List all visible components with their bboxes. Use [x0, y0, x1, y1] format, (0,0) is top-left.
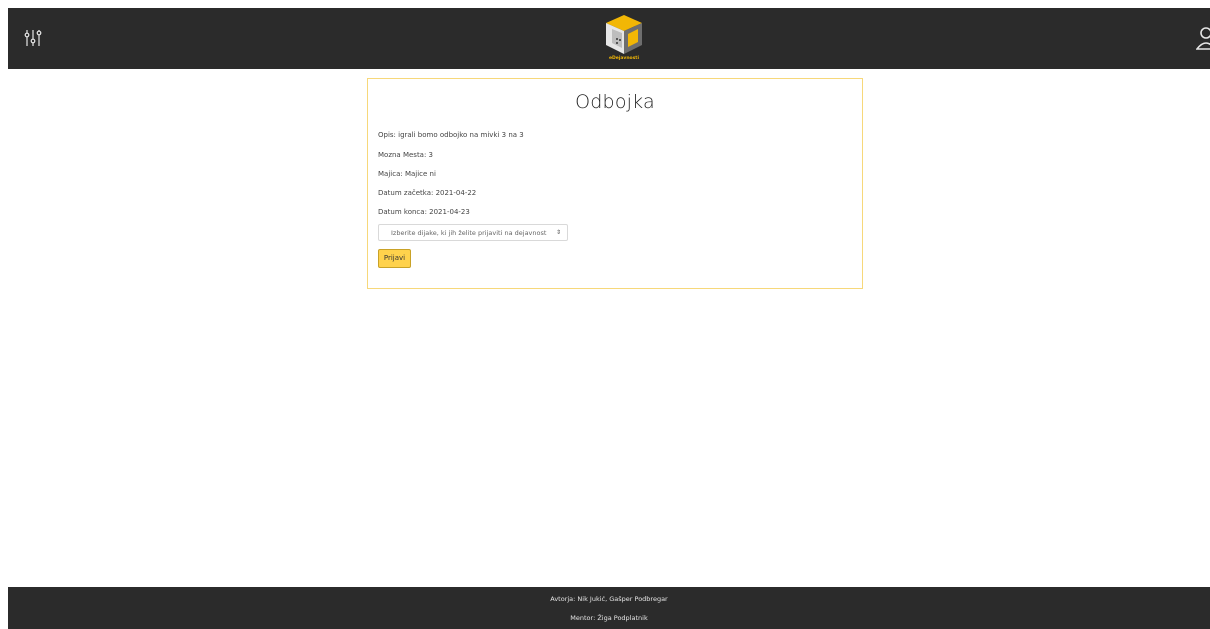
activity-card: Odbojka Opis: igrali bomo odbojko na miv…	[367, 78, 863, 289]
activity-start-date: Datum začetka: 2021-04-22	[378, 189, 477, 197]
cube-logo-icon[interactable]: eDejavnosti	[602, 12, 646, 66]
footer: Avtorja: Nik Jukić, Gašper Podbregar Men…	[8, 587, 1210, 629]
activity-places: Mozna Mesta: 3	[378, 151, 434, 159]
logo-text: eDejavnosti	[608, 56, 640, 61]
select-caret-icon: ⇕	[555, 229, 561, 236]
activity-title: Odbojka	[575, 91, 655, 113]
filter-sliders-icon[interactable]	[24, 28, 42, 48]
submit-button[interactable]: Prijavi	[378, 249, 411, 268]
page: eDejavnosti Odbojka Opis: igrali bomo od…	[0, 0, 1210, 629]
footer-mentor: Mentor: Žiga Podplatnik	[570, 614, 648, 622]
footer-authors: Avtorja: Nik Jukić, Gašper Podbregar	[550, 595, 668, 603]
user-icon[interactable]	[1196, 25, 1210, 53]
students-select-placeholder: Izberite dijake, ki jih želite prijaviti…	[391, 229, 547, 237]
activity-shirts: Majica: Majice ni	[378, 170, 436, 178]
activity-end-date: Datum konca: 2021-04-23	[378, 208, 470, 216]
top-navbar: eDejavnosti	[8, 8, 1210, 69]
students-select[interactable]: Izberite dijake, ki jih želite prijaviti…	[378, 224, 568, 241]
activity-description: Opis: igrali bomo odbojko na mivki 3 na …	[378, 131, 524, 139]
